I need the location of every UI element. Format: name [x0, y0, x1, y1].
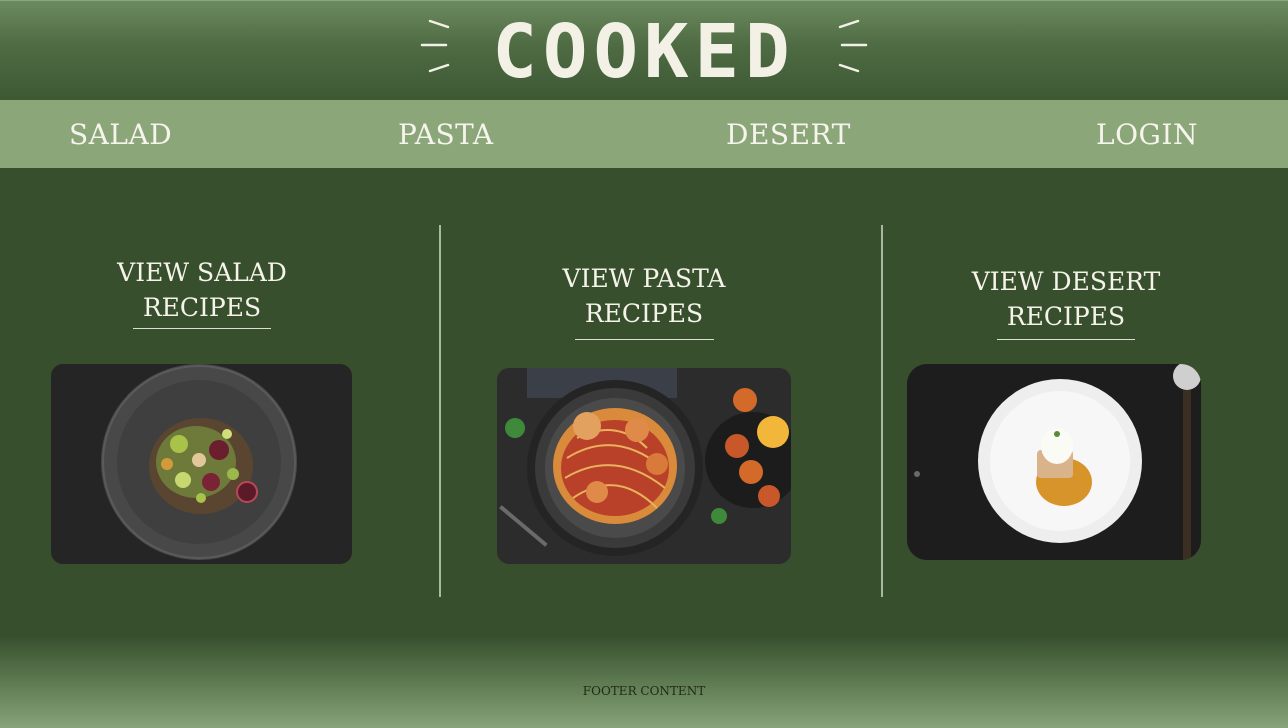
section-title-line: RECIPES — [584, 299, 704, 328]
view-desert-recipes-link[interactable]: VIEW DESERT RECIPES — [916, 264, 1216, 334]
site-logo[interactable]: COOKED — [0, 9, 1288, 95]
desert-plate-image — [907, 364, 1201, 560]
site-footer: FOOTER CONTENT — [0, 636, 1288, 728]
nav-item-login[interactable]: LOGIN — [1096, 100, 1198, 168]
column-divider — [881, 225, 883, 597]
nav-item-salad[interactable]: SALAD — [69, 100, 172, 168]
desert-recipe-card[interactable] — [907, 364, 1201, 560]
logo-rays-right-icon — [838, 19, 868, 73]
section-title-line: RECIPES — [142, 293, 262, 322]
footer-content: FOOTER CONTENT — [582, 684, 706, 698]
view-salad-recipes-link[interactable]: VIEW SALAD RECIPES — [52, 255, 352, 325]
pasta-recipe-card[interactable] — [497, 368, 791, 564]
section-title-line: RECIPES — [1006, 302, 1126, 331]
view-pasta-recipes-link[interactable]: VIEW PASTA RECIPES — [494, 261, 794, 331]
salad-plate-image — [51, 364, 352, 564]
main-nav: SALAD PASTA DESERT LOGIN — [0, 100, 1288, 168]
title-underline — [575, 339, 714, 340]
site-header: COOKED — [0, 0, 1288, 100]
pasta-plate-image — [497, 368, 791, 564]
salad-recipe-card[interactable] — [51, 364, 352, 564]
title-underline — [133, 328, 271, 329]
nav-item-desert[interactable]: DESERT — [726, 100, 851, 168]
section-title-line: VIEW SALAD — [117, 258, 287, 287]
nav-item-pasta[interactable]: PASTA — [398, 100, 494, 168]
title-underline — [997, 339, 1135, 340]
section-title-line: VIEW PASTA — [562, 264, 726, 293]
column-divider — [439, 225, 441, 597]
section-title-line: VIEW DESERT — [971, 267, 1161, 296]
